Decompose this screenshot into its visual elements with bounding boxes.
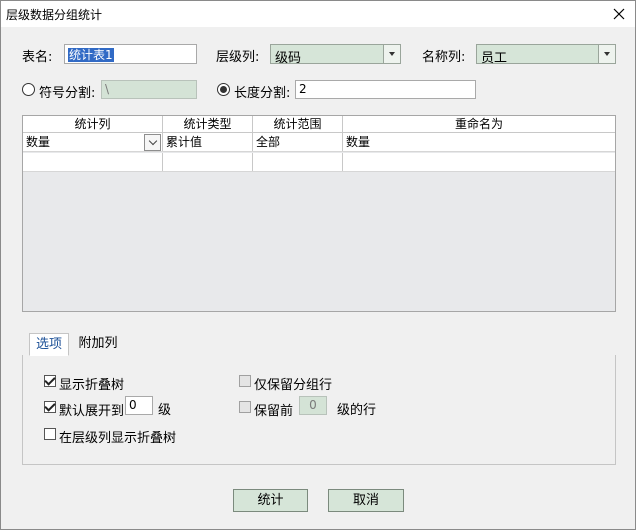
checkmark-icon [44,400,56,412]
table-name-label: 表名: [22,50,53,65]
level-column-label: 层级列: [216,50,260,65]
default-expand-checkbox[interactable] [44,400,56,413]
keep-first-level-value: 0 [309,398,317,412]
chevron-down-icon [389,52,395,56]
title-bar: 层级数据分组统计 [1,1,635,27]
symbol-split-label: 符号分割: [39,86,96,101]
grid-cell-rename[interactable] [343,153,615,171]
length-split-input[interactable]: 2 [295,80,476,99]
tab-options[interactable]: 选项 [29,333,69,356]
default-expand-label: 默认展开到 [59,404,125,419]
keep-first-suffix: 级的行 [337,403,377,418]
close-icon [613,8,625,20]
statistics-grid: 统计列 统计类型 统计范围 重命名为 数量 累计值 全部 数量 [22,115,616,312]
column-header[interactable]: 统计类型 [163,116,253,132]
chevron-down-icon [148,136,157,146]
show-fold-tree-in-level-label: 在层级列显示折叠树 [59,431,177,446]
grid-cell-stat-column[interactable] [23,153,163,171]
grid-header: 统计列 统计类型 统计范围 重命名为 [23,116,615,133]
grid-cell-rename[interactable]: 数量 [343,133,615,151]
keep-first-checkbox[interactable] [239,401,251,413]
grid-cell-stat-column[interactable]: 数量 [23,133,163,151]
show-fold-tree-label: 显示折叠树 [59,378,125,393]
symbol-split-radio[interactable] [22,83,35,96]
grid-cell-stat-range[interactable]: 全部 [253,133,343,151]
symbol-split-value: \ [105,82,110,96]
cancel-button[interactable]: 取消 [328,489,404,512]
table-row[interactable] [23,153,615,172]
checkmark-icon [44,374,56,386]
level-column-select[interactable]: 级码 [270,44,401,66]
cell-text: 数量 [26,135,51,149]
keep-group-rows-label: 仅保留分组行 [254,378,333,393]
length-split-value: 2 [299,82,307,96]
length-split-radio[interactable] [217,83,230,96]
show-fold-tree-in-level-checkbox[interactable] [44,428,56,440]
show-fold-tree-checkbox[interactable] [44,374,56,387]
name-column-value: 员工 [481,51,508,66]
symbol-split-input[interactable]: \ [101,80,197,99]
column-header[interactable]: 统计范围 [253,116,343,132]
keep-first-label: 保留前 [254,404,294,419]
radio-selected-dot [220,86,227,93]
name-column-label: 名称列: [422,50,466,65]
length-split-label: 长度分割: [234,86,291,101]
window-title: 层级数据分组统计 [6,8,103,22]
keep-group-rows-checkbox[interactable] [239,375,251,387]
grid-cell-stat-type[interactable] [163,153,253,171]
column-header[interactable]: 统计列 [23,116,163,132]
tab-extra-columns[interactable]: 附加列 [73,333,123,356]
keep-first-level-input[interactable]: 0 [299,396,327,415]
name-column-select[interactable]: 员工 [476,44,616,66]
stat-column-dropdown-button[interactable] [144,134,161,151]
default-expand-suffix: 级 [158,403,172,418]
table-row[interactable]: 数量 累计值 全部 数量 [23,133,615,152]
default-expand-level-input[interactable]: 0 [125,396,153,415]
default-expand-level-value: 0 [129,398,137,412]
statistics-ok-button[interactable]: 统计 [233,489,308,512]
level-column-value: 级码 [275,51,302,66]
table-name-input[interactable]: 统计表1 [64,44,197,64]
column-header[interactable]: 重命名为 [343,116,615,132]
close-button[interactable] [607,4,631,24]
chevron-down-icon [604,52,610,56]
level-column-dropdown-button[interactable] [383,45,400,63]
grid-cell-stat-type[interactable]: 累计值 [163,133,253,151]
name-column-dropdown-button[interactable] [598,45,615,63]
table-name-value: 统计表1 [68,48,114,62]
grid-cell-stat-range[interactable] [253,153,343,171]
